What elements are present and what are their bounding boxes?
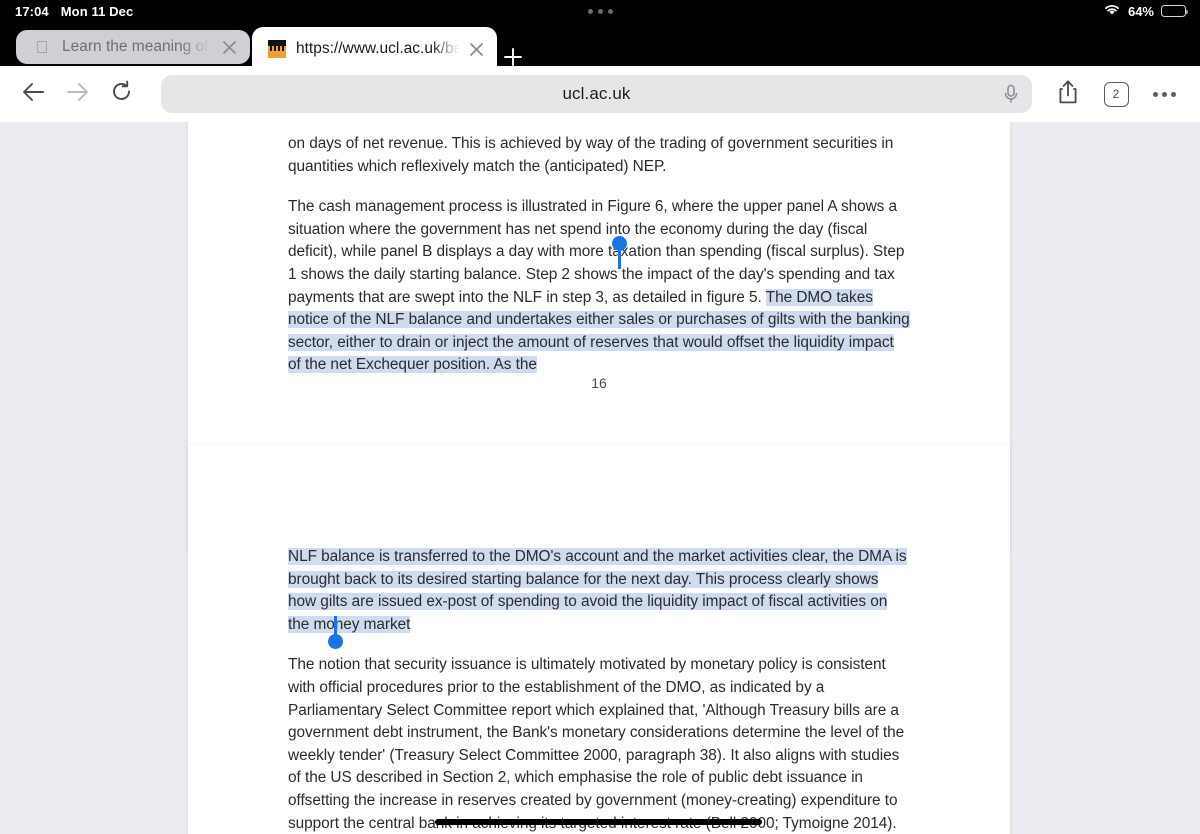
- dot-icon: [607, 8, 613, 14]
- dot-icon: [587, 8, 593, 14]
- share-button[interactable]: [1046, 72, 1090, 116]
- paragraph: The cash management process is illustrat…: [288, 196, 910, 377]
- paragraph-run: on days of net revenue. This is achieved…: [288, 135, 894, 175]
- more-dots-icon: [1152, 91, 1176, 97]
- status-bar: 17:04 Mon 11 Dec 64%: [0, 0, 1200, 22]
- page2-text-block: NLF balance is transferred to the DMO's …: [288, 546, 910, 834]
- tab-count-badge: 2: [1103, 81, 1129, 107]
- battery-icon: [1161, 5, 1189, 17]
- clock-time: 17:04: [15, 3, 49, 19]
- apple-icon: : [32, 39, 52, 56]
- toolbar-actions: 2: [1046, 72, 1186, 116]
- page-number: 16: [591, 375, 607, 391]
- close-icon[interactable]: [461, 34, 491, 64]
- status-bar-left: 17:04 Mon 11 Dec: [15, 4, 133, 19]
- paragraph: on days of net revenue. This is achieved…: [288, 133, 910, 178]
- back-arrow-icon: [21, 81, 46, 108]
- ucl-site-icon: [268, 40, 286, 58]
- pdf-viewer[interactable]: on days of net revenue. This is achieved…: [0, 122, 1200, 834]
- address-bar[interactable]: ucl.ac.uk: [161, 75, 1032, 113]
- more-options-button[interactable]: [1142, 72, 1186, 116]
- forward-arrow-icon: [65, 81, 90, 108]
- paragraph: The notion that security issuance is ult…: [288, 654, 910, 834]
- clock-date: Mon 11 Dec: [60, 3, 134, 19]
- selected-text-run[interactable]: NLF balance is transferred to the DMO's …: [288, 548, 907, 633]
- paragraph: NLF balance is transferred to the DMO's …: [288, 546, 910, 636]
- reload-button[interactable]: [99, 72, 143, 116]
- battery-percentage: 64%: [1127, 3, 1154, 19]
- tab-inactive[interactable]:  Learn the meaning of the: [16, 30, 250, 64]
- microphone-icon[interactable]: [990, 75, 1032, 113]
- browser-toolbar: ucl.ac.uk 2: [0, 66, 1200, 122]
- wifi-icon: [1103, 3, 1121, 19]
- home-indicator-bar: [435, 819, 762, 825]
- paragraph-run: The notion that security issuance is ult…: [288, 656, 905, 832]
- page1-text-block: on days of net revenue. This is achieved…: [288, 133, 910, 377]
- tab-overview-button[interactable]: 2: [1094, 72, 1138, 116]
- tab-title: Learn the meaning of the: [62, 38, 214, 55]
- share-icon: [1057, 79, 1079, 110]
- tab-strip:  Learn the meaning of the https://www.u…: [0, 22, 1200, 71]
- tab-active[interactable]: https://www.ucl.ac.uk/ba: [252, 27, 497, 71]
- close-icon[interactable]: [214, 32, 244, 62]
- forward-button[interactable]: [55, 72, 99, 116]
- url-text[interactable]: ucl.ac.uk: [161, 84, 990, 104]
- back-button[interactable]: [11, 72, 55, 116]
- status-bar-right: 64%: [1103, 3, 1189, 19]
- pdf-page-17: NLF balance is transferred to the DMO's …: [188, 445, 1010, 834]
- dot-icon: [597, 8, 603, 14]
- dynamic-island-dots: [0, 0, 1200, 22]
- reload-icon: [110, 80, 133, 108]
- tab-title: https://www.ucl.ac.uk/ba: [296, 40, 461, 57]
